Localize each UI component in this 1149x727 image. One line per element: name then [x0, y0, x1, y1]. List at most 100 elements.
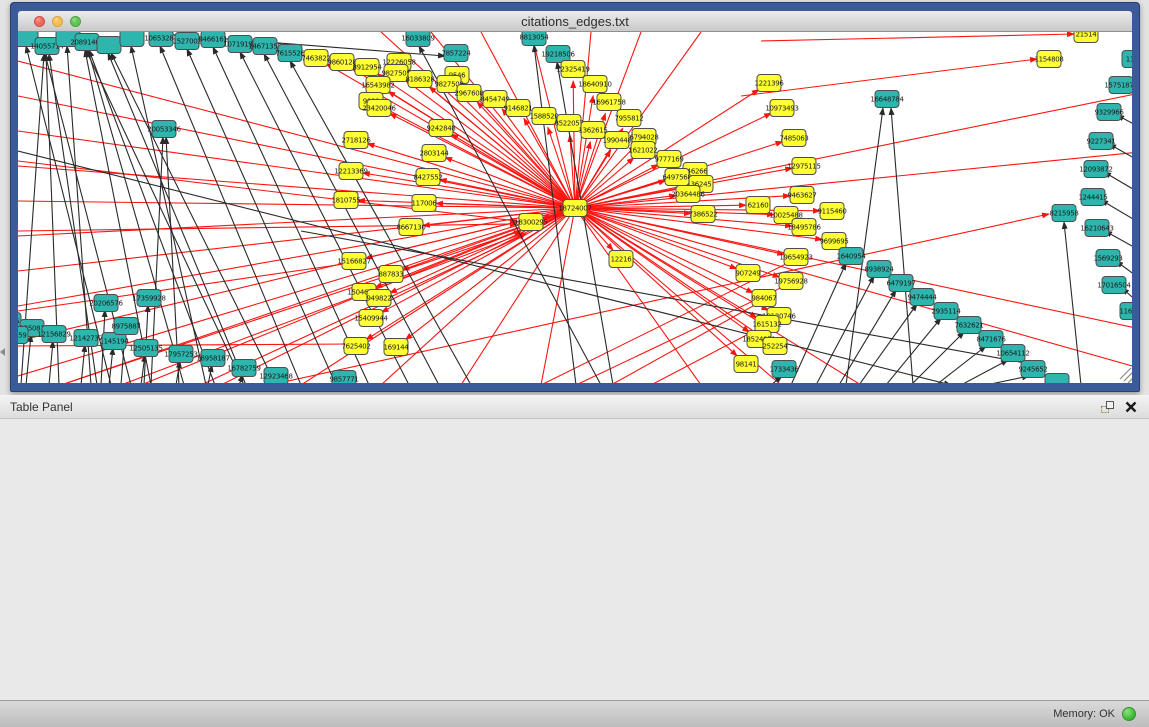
close-panel-icon[interactable] — [1123, 399, 1139, 415]
citation-edge-black[interactable] — [160, 46, 301, 383]
citation-network-graph[interactable]: 1405571420891406106532871527002846616110… — [18, 32, 1132, 383]
graph-node[interactable]: 16961758 — [592, 94, 625, 111]
graph-node[interactable]: 1569293 — [1093, 250, 1122, 267]
graph-node[interactable]: 2967608 — [454, 85, 483, 102]
graph-node[interactable] — [97, 37, 121, 54]
graph-node[interactable]: 949822 — [367, 290, 392, 307]
graph-node[interactable]: 2718126 — [341, 132, 371, 149]
graph-node[interactable]: 1621022 — [628, 142, 657, 159]
graph-node[interactable]: 1145194 — [99, 333, 129, 350]
graph-node[interactable]: 8667130 — [396, 219, 425, 236]
graph-node[interactable]: 907249 — [736, 265, 761, 282]
graph-node[interactable]: 9857771 — [329, 371, 358, 384]
citation-edge-red[interactable] — [575, 208, 737, 356]
graph-node[interactable]: 21514 — [1074, 32, 1098, 43]
citation-edge-red[interactable] — [575, 91, 1132, 208]
graph-node[interactable]: 15409944 — [354, 310, 388, 327]
citation-edge-black[interactable] — [886, 318, 941, 383]
graph-node[interactable]: 7386522 — [688, 206, 717, 223]
citation-edge-black[interactable] — [816, 276, 874, 383]
window-titlebar[interactable]: citations_edges.txt — [18, 11, 1132, 32]
citation-edge-red[interactable] — [18, 208, 575, 236]
graph-node[interactable]: 169144 — [384, 339, 410, 356]
graph-node[interactable]: 62160 — [746, 197, 770, 214]
graph-node[interactable]: 7632621 — [954, 317, 983, 334]
graph-node[interactable]: 1733436 — [769, 361, 799, 378]
graph-node[interactable]: 8975887 — [111, 318, 140, 335]
graph-node[interactable]: 116753 — [1120, 303, 1132, 320]
graph-node[interactable]: 10654112 — [996, 345, 1029, 362]
graph-node[interactable]: 9245652 — [1018, 361, 1047, 378]
graph-node[interactable]: 19654923 — [779, 249, 812, 266]
graph-node[interactable]: 8912954 — [352, 59, 382, 76]
graph-node[interactable]: 7857224 — [441, 45, 471, 62]
graph-node[interactable] — [120, 32, 144, 47]
graph-node[interactable]: 23420046 — [362, 100, 396, 117]
graph-node[interactable]: 1640954 — [836, 248, 866, 265]
graph-node[interactable]: 9242848 — [426, 120, 455, 137]
graph-node[interactable]: 20206576 — [89, 295, 123, 312]
graph-node[interactable]: 2803144 — [419, 145, 449, 162]
graph-node[interactable]: 9777169 — [654, 151, 683, 168]
graph-node[interactable]: 8813054 — [519, 32, 549, 46]
graph-node[interactable]: 12923468 — [259, 368, 292, 384]
graph-node[interactable]: 9227341 — [1086, 133, 1115, 150]
graph-node[interactable]: 1810755 — [331, 192, 360, 209]
graph-node[interactable]: 252254 — [763, 338, 789, 355]
graph-node[interactable]: 12325419 — [556, 61, 589, 78]
citation-edge-red[interactable] — [363, 173, 575, 208]
graph-node[interactable]: 17957253 — [164, 346, 197, 363]
graph-node[interactable]: 1112 — [1122, 51, 1132, 68]
graph-node[interactable]: 10973493 — [765, 100, 798, 117]
citation-edge-red[interactable] — [390, 113, 575, 208]
citation-edge-red[interactable] — [451, 134, 575, 208]
citation-edge-red[interactable] — [575, 208, 757, 318]
citation-edge-black[interactable] — [49, 341, 53, 383]
graph-node[interactable]: 18300295 — [514, 214, 547, 231]
graph-node[interactable] — [1045, 374, 1069, 384]
citation-edge-red[interactable] — [445, 157, 575, 208]
graph-node[interactable]: 9115460 — [817, 203, 846, 220]
graph-node[interactable]: 984067 — [752, 290, 777, 307]
graph-node[interactable]: 6497568 — [662, 169, 691, 186]
graph-node[interactable]: 16648784 — [870, 91, 904, 108]
network-view-window[interactable]: citations_edges.txt 14055714208914061065… — [10, 2, 1140, 392]
citation-edge-red[interactable] — [575, 208, 768, 310]
graph-node[interactable]: 7955812 — [614, 110, 643, 127]
graph-node[interactable]: 12156829 — [37, 326, 70, 343]
graph-node[interactable]: 12142737 — [69, 330, 102, 347]
graph-node[interactable]: 18495786 — [787, 219, 821, 236]
graph-node[interactable]: 117006 — [412, 195, 438, 212]
memory-ok-indicator-icon[interactable] — [1122, 707, 1136, 721]
graph-node[interactable]: 15751874 — [1104, 77, 1132, 94]
graph-node[interactable]: 1154808 — [1034, 51, 1063, 68]
graph-node[interactable]: 20053346 — [147, 121, 181, 138]
graph-node[interactable]: 1221396 — [754, 75, 784, 92]
graph-node[interactable]: 9463627 — [787, 187, 816, 204]
window-resize-grip[interactable] — [1120, 368, 1132, 383]
graph-node[interactable]: 7485063 — [779, 130, 808, 147]
citation-edge-black[interactable] — [1104, 172, 1132, 199]
graph-node[interactable]: 18724007 — [558, 200, 591, 217]
graph-node[interactable]: 1244415 — [1078, 189, 1107, 206]
graph-node[interactable]: 16033809 — [401, 32, 434, 47]
graph-node[interactable]: 1990448 — [602, 132, 631, 149]
graph-node[interactable]: 16958187 — [196, 350, 229, 367]
graph-node[interactable]: 16543982 — [361, 77, 394, 94]
graph-node[interactable]: 17359928 — [132, 290, 165, 307]
graph-node[interactable]: 17016504 — [1097, 277, 1131, 294]
graph-node[interactable]: 1615132 — [752, 316, 781, 333]
graph-node[interactable]: 2935114 — [931, 303, 961, 320]
graph-node[interactable]: 8186328 — [405, 71, 434, 88]
graph-node[interactable]: 12975115 — [787, 158, 820, 175]
graph-node[interactable]: 8427552 — [413, 169, 442, 186]
graph-node[interactable]: 16782759 — [227, 360, 260, 377]
citation-edge-red[interactable] — [18, 131, 575, 208]
graph-node[interactable]: 7463822 — [301, 50, 330, 67]
graph-node[interactable]: 12216 — [609, 251, 633, 268]
graph-node[interactable]: 12093872 — [1079, 161, 1112, 178]
graph-node[interactable]: 887833 — [379, 266, 404, 283]
graph-node[interactable]: 8215958 — [1049, 205, 1078, 222]
graph-node[interactable]: 7625402 — [341, 338, 370, 355]
graph-node[interactable]: 9474444 — [907, 289, 937, 306]
